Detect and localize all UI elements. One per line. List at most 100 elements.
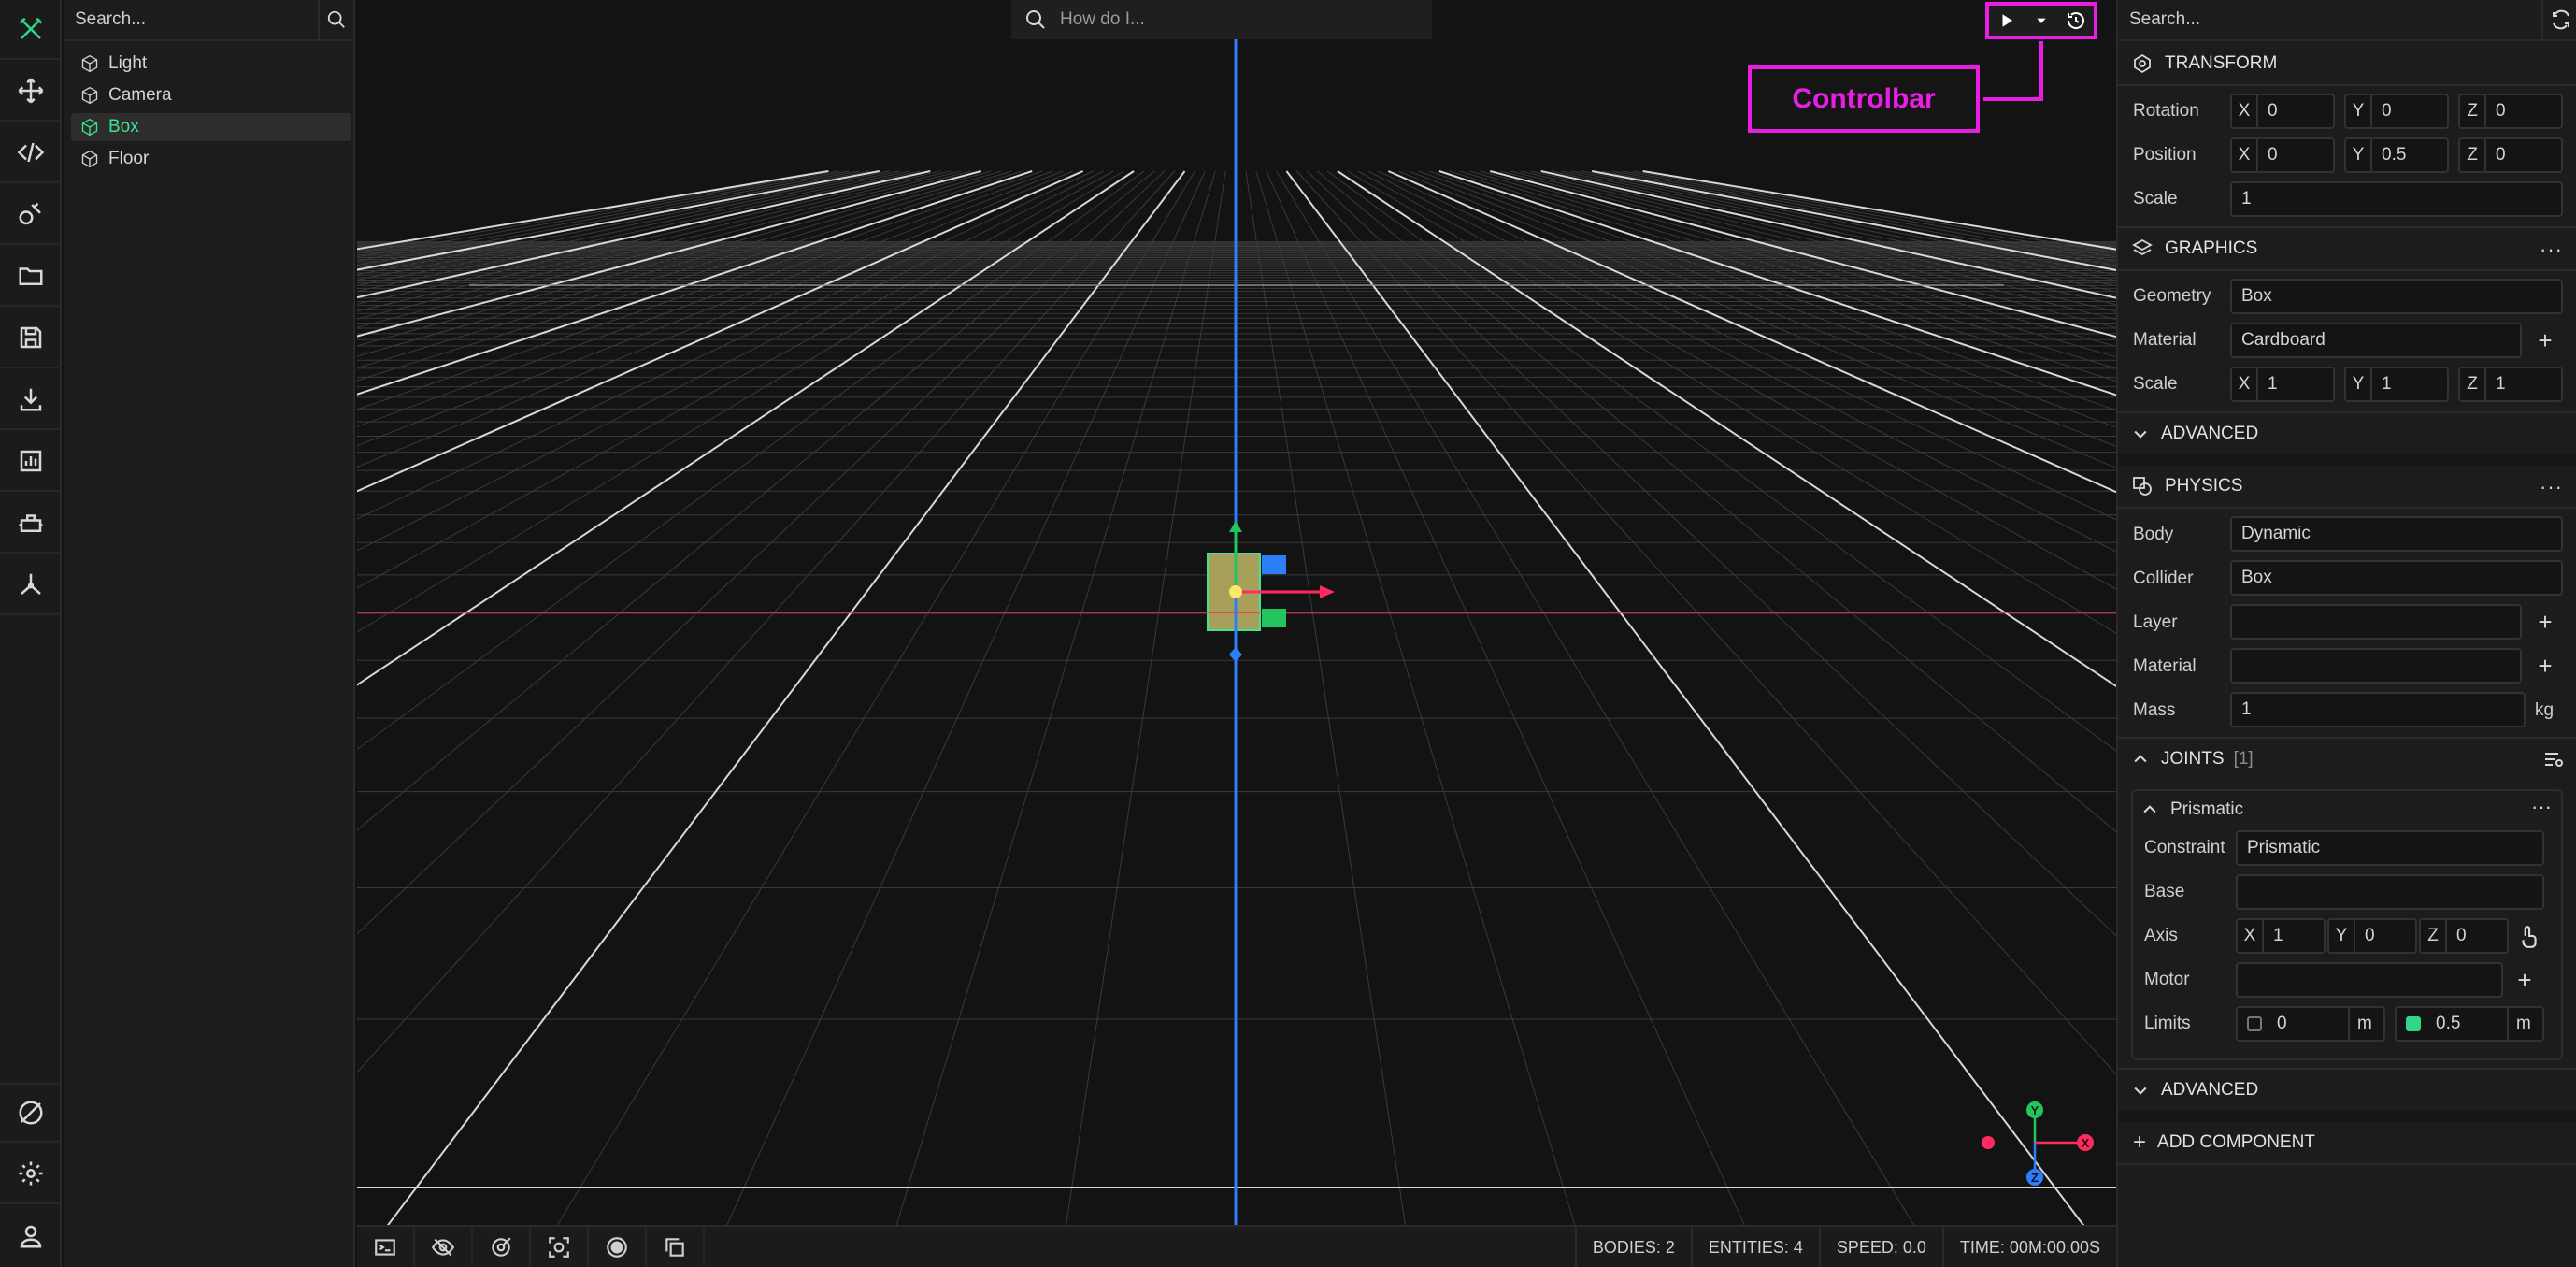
compass-icon[interactable] <box>0 1083 62 1143</box>
geometry-select[interactable]: Box <box>2230 279 2563 314</box>
joints-advanced-label: ADVANCED <box>2161 1080 2259 1100</box>
rotation-x-field[interactable]: X0 <box>2230 94 2335 129</box>
entities-stat: ENTITIES: 4 <box>1690 1227 1819 1267</box>
list-settings-icon[interactable] <box>2542 748 2565 770</box>
add-component-button[interactable]: + ADD COMPONENT <box>2118 1122 2576 1163</box>
gear-icon[interactable] <box>0 1145 62 1204</box>
add-layer-button[interactable]: + <box>2526 604 2565 640</box>
limit-max-checkbox[interactable] <box>2406 1016 2421 1031</box>
inspector-panel: TRANSFORM Rotation X0 Y0 Z0 Position X0 … <box>2116 0 2576 1267</box>
pick-axis-icon[interactable] <box>2516 925 2540 949</box>
play-button[interactable] <box>1991 7 2023 35</box>
rotation-z-field[interactable]: Z0 <box>2458 94 2563 129</box>
axis-y-field[interactable]: Y0 <box>2327 918 2417 954</box>
axis-letter: Y <box>2329 920 2355 952</box>
viewport-bottom-bar: BODIES: 2 ENTITIES: 4 SPEED: 0.0 TIME: 0… <box>357 1225 2116 1267</box>
add-motor-button[interactable]: + <box>2505 962 2544 998</box>
graphics-material-select[interactable]: Cardboard <box>2230 323 2522 358</box>
joint-card-header[interactable]: Prismatic ··· <box>2133 791 2561 828</box>
field-value: Cardboard <box>2241 330 2326 350</box>
play-options-dropdown[interactable] <box>2025 7 2057 35</box>
joints-section-header[interactable]: JOINTS [1] <box>2118 739 2576 780</box>
hierarchy-item-light[interactable]: Light <box>71 50 351 78</box>
body-type-select[interactable]: Dynamic <box>2230 516 2563 552</box>
history-button[interactable] <box>2060 7 2092 35</box>
field-value: 1 <box>2241 699 2252 719</box>
download-icon[interactable] <box>0 370 62 430</box>
axis-z-field[interactable]: Z0 <box>2419 918 2509 954</box>
robot-icon[interactable] <box>0 494 62 554</box>
more-options-icon[interactable]: ··· <box>2531 795 2552 819</box>
orientation-gizmo[interactable]: Y X Z <box>357 0 2116 1225</box>
sync-icon[interactable] <box>2550 8 2572 31</box>
move-tool-icon[interactable] <box>0 62 62 122</box>
position-z-field[interactable]: Z0 <box>2458 137 2563 173</box>
hierarchy-search-input[interactable] <box>64 0 320 39</box>
caret-down-icon <box>2037 18 2046 23</box>
graphics-scale-x-field[interactable]: X1 <box>2230 367 2335 402</box>
axis-x-field[interactable]: X1 <box>2236 918 2326 954</box>
eye-off-icon <box>431 1238 455 1256</box>
hierarchy-item-floor[interactable]: Floor <box>71 145 351 173</box>
constraint-select[interactable]: Prismatic <box>2236 830 2544 866</box>
divider <box>2118 454 2576 466</box>
graphics-advanced-toggle[interactable]: ADVANCED <box>2118 413 2576 454</box>
physics-material-select[interactable] <box>2230 648 2522 684</box>
save-icon[interactable] <box>0 309 62 368</box>
axes-icon[interactable] <box>0 555 62 615</box>
history-icon <box>2068 12 2085 29</box>
field-value: 1 <box>2382 374 2392 394</box>
focus-button[interactable] <box>531 1226 589 1267</box>
collider-select[interactable]: Box <box>2230 560 2563 596</box>
more-options-icon[interactable]: ··· <box>2540 238 2563 262</box>
limit-min-field[interactable]: 0 m <box>2236 1006 2385 1042</box>
copy-button[interactable] <box>647 1226 705 1267</box>
terminal-icon <box>375 1238 395 1256</box>
transform-scale-field[interactable]: 1 <box>2230 181 2563 217</box>
gizmo-neg-x-dot[interactable] <box>1982 1136 1995 1149</box>
graphics-scale-z-field[interactable]: Z1 <box>2458 367 2563 402</box>
cube-icon <box>81 54 98 73</box>
position-x-field[interactable]: X0 <box>2230 137 2335 173</box>
axis-label: Axis <box>2144 926 2178 945</box>
constraint-label: Constraint <box>2144 838 2225 857</box>
axis-letter: Z <box>2460 368 2486 400</box>
add-material-button[interactable]: + <box>2526 323 2565 358</box>
graphics-section-header[interactable]: GRAPHICS ··· <box>2118 228 2576 269</box>
physics-section-header[interactable]: PHYSICS ··· <box>2118 466 2576 507</box>
3d-viewport[interactable]: Y X Z Controlbar <box>357 0 2116 1267</box>
motor-select[interactable] <box>2236 962 2503 998</box>
limit-min-checkbox[interactable] <box>2247 1016 2262 1031</box>
gizmo-z-label: Z <box>2031 1171 2039 1185</box>
hierarchy-item-box[interactable]: Box <box>71 113 351 141</box>
position-y-field[interactable]: Y 0.5 <box>2344 137 2449 173</box>
cube-icon <box>81 86 98 105</box>
visibility-button[interactable] <box>415 1226 473 1267</box>
add-physics-material-button[interactable]: + <box>2526 648 2565 684</box>
open-folder-icon[interactable] <box>0 247 62 307</box>
user-icon[interactable] <box>0 1206 62 1266</box>
console-button[interactable] <box>357 1226 415 1267</box>
inspector-search-input[interactable] <box>2118 0 2543 39</box>
inspector-search <box>2118 0 2576 41</box>
chart-icon[interactable] <box>0 432 62 492</box>
base-select[interactable] <box>2236 874 2544 910</box>
mass-field[interactable]: 1 <box>2230 692 2526 727</box>
target-button[interactable] <box>473 1226 531 1267</box>
shapes-icon[interactable] <box>0 185 62 245</box>
layer-select[interactable] <box>2230 604 2522 640</box>
rotation-y-field[interactable]: Y0 <box>2344 94 2449 129</box>
app-logo-icon[interactable] <box>0 0 62 60</box>
limit-max-field[interactable]: 0.5 m <box>2395 1006 2544 1042</box>
ask-input[interactable] <box>1060 9 1415 30</box>
hierarchy-item-camera[interactable]: Camera <box>71 81 351 109</box>
search-icon[interactable] <box>320 0 353 39</box>
transform-section-header[interactable]: TRANSFORM <box>2118 43 2576 84</box>
record-button[interactable] <box>589 1226 647 1267</box>
graphics-scale-y-field[interactable]: Y1 <box>2344 367 2449 402</box>
more-options-icon[interactable]: ··· <box>2540 475 2563 499</box>
code-icon[interactable] <box>0 123 62 183</box>
field-value: 1 <box>2268 374 2278 394</box>
field-value: Box <box>2241 568 2272 587</box>
joints-advanced-toggle[interactable]: ADVANCED <box>2118 1070 2576 1111</box>
